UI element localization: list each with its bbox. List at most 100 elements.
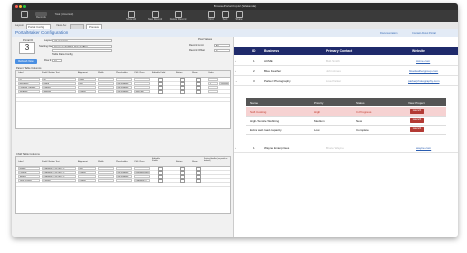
row-contact[interactable]: Bruce Wayne xyxy=(326,146,344,150)
chevron-right-icon[interactable]: › xyxy=(235,59,236,63)
column-header: Button xyxy=(176,161,183,163)
column-header: Editable Fields xyxy=(152,158,160,162)
launch-button[interactable]: Launch xyxy=(410,127,424,132)
window-title: BrowsePortal.fmp12 (Wakanda) xyxy=(213,4,257,8)
project-status: Complete xyxy=(356,128,369,132)
config-panel: Portal ID 3 Layout ald_Contacts Starting… xyxy=(12,37,234,237)
row-id: 3 xyxy=(253,79,255,83)
header-business: Business xyxy=(264,49,280,53)
column-header: CSS Class xyxy=(134,72,145,74)
show-all-label: Show All xyxy=(126,18,136,21)
chevron-right-icon[interactable]: › xyxy=(235,69,236,73)
row-id: 1 xyxy=(253,59,255,63)
minimize-window-button[interactable] xyxy=(19,5,22,8)
starting-data-field[interactable]: [{"name":"ACME"},{"label":"Bl"}] xyxy=(52,44,112,48)
share-button[interactable]: Share xyxy=(232,11,246,21)
share-label: Share xyxy=(235,18,243,21)
documentation-link[interactable]: Documentation xyxy=(380,32,397,35)
layout-label: Layout: xyxy=(15,23,25,27)
header-name: Name xyxy=(250,100,259,105)
row-height-field[interactable]: 10 xyxy=(52,58,62,62)
magnifier-icon xyxy=(207,11,215,18)
header-priority: Priority xyxy=(314,100,324,105)
row-contact[interactable]: Bob Smith xyxy=(326,59,340,63)
table-row[interactable]: › 1 Wayne Enterprises Bruce Wayne wayne.… xyxy=(234,143,458,153)
row-website-link[interactable]: parkerphotography.com xyxy=(408,79,439,83)
table-row[interactable]: › 1 ACME Bob Smith Acme.com xyxy=(234,56,458,66)
row-business: Blue Feather xyxy=(264,69,282,73)
column-header: Button xyxy=(176,72,183,74)
header-view-project: View Project xyxy=(408,100,425,105)
row-website-link[interactable]: wayne.com xyxy=(416,146,431,150)
record-offset-field[interactable]: 0 xyxy=(214,48,230,52)
project-priority: Low xyxy=(314,128,320,132)
portal-id-field[interactable]: 3 xyxy=(19,42,35,54)
column-header: Label xyxy=(18,161,24,163)
sort-icon xyxy=(221,11,229,18)
project-status: In Progress xyxy=(356,110,372,114)
record-offset-label: Record Offset xyxy=(189,49,205,52)
delete-record-label: Delete Record xyxy=(169,18,187,21)
column-header: Placeholder xyxy=(116,72,128,74)
title-bar: BrowsePortal.fmp12 (Wakanda) xyxy=(12,3,458,10)
parent-columns-table: Label Field / Button Text Alignment Widt… xyxy=(15,70,231,129)
launch-button[interactable]: Launch xyxy=(410,109,424,114)
table-row-empty[interactable] xyxy=(16,97,230,102)
records-label: Records xyxy=(36,16,46,19)
layout-field[interactable]: ald_Contacts xyxy=(52,38,112,42)
show-all-button[interactable]: Show All xyxy=(120,11,142,21)
zoom-window-button[interactable] xyxy=(23,5,26,8)
row-id: 2 xyxy=(253,69,255,73)
row-website-link[interactable]: Acme.com xyxy=(416,59,430,63)
table-row-empty[interactable] xyxy=(16,182,230,187)
chevron-right-icon[interactable]: › xyxy=(235,146,236,150)
header-status: Status xyxy=(356,100,365,105)
find-button[interactable]: Find xyxy=(204,11,218,21)
row-business: Wayne Enterprises xyxy=(264,146,290,150)
row-website-link[interactable]: bluefeathergroup.com xyxy=(409,69,438,73)
column-header: Sorting Handles (no portal so buttons) xyxy=(204,157,228,162)
project-table-header: Name Priority Status View Project xyxy=(246,98,446,106)
contact-link[interactable]: Contact About Portal xyxy=(412,32,436,35)
header-website: Website xyxy=(412,49,425,53)
chevron-down-icon[interactable]: ⌄ xyxy=(235,79,238,83)
row-contact[interactable]: John Ames xyxy=(326,69,341,73)
header-contact: Primary Contact xyxy=(326,49,353,53)
row-contact[interactable]: Lisa Parker xyxy=(326,79,341,83)
plus-icon xyxy=(151,11,159,18)
starting-data-field-2[interactable] xyxy=(52,48,112,52)
total-label: Total (Unsorted) xyxy=(54,13,74,16)
delete-record-button[interactable]: Delete Record xyxy=(167,11,189,21)
column-header: Label xyxy=(18,72,24,74)
column-header: CSS Class xyxy=(134,161,145,163)
column-header: Alignment xyxy=(78,72,88,74)
column-header: Placeholder xyxy=(116,161,128,163)
table-row[interactable]: ⌄ 3 Parker Photography Lisa Parker parke… xyxy=(234,76,458,86)
row-business: ACME xyxy=(264,59,273,63)
find-label: Find xyxy=(208,18,214,21)
share-icon xyxy=(235,11,243,18)
new-record-label: New Record xyxy=(147,18,163,21)
close-window-button[interactable] xyxy=(15,5,18,8)
project-row[interactable]: Extra web load capacity Low Complete Lau… xyxy=(246,125,446,135)
column-header: Field / Button Text xyxy=(42,72,60,74)
new-record-button[interactable]: New Record xyxy=(144,11,166,21)
refresh-view-button[interactable]: Refresh View xyxy=(15,59,37,64)
column-header: Alignment xyxy=(78,161,88,163)
arrows-icon xyxy=(20,11,28,18)
project-priority: Medium xyxy=(314,119,325,123)
pixel-values-label: Pixel Values xyxy=(198,38,213,41)
layout-field-label: Layout xyxy=(44,39,52,42)
project-name: Soft Costing xyxy=(250,110,267,114)
app-window: BrowsePortal.fmp12 (Wakanda) Records Tot… xyxy=(12,3,458,237)
record-limit-field[interactable]: 50 xyxy=(214,43,230,47)
table-row[interactable]: › 2 Blue Feather John Ames bluefeathergr… xyxy=(234,66,458,76)
column-header: Width xyxy=(98,72,104,74)
portal-preview: ID Business Primary Contact Website › 1 … xyxy=(234,37,458,237)
table-data-config-label: Table Data Config xyxy=(52,53,73,56)
column-header: Show xyxy=(192,161,198,163)
project-status: New xyxy=(356,119,363,123)
project-name: High-Tensile Webbing xyxy=(250,119,280,123)
launch-button[interactable]: Launch xyxy=(410,118,424,123)
sort-button[interactable]: Sort xyxy=(218,11,232,21)
